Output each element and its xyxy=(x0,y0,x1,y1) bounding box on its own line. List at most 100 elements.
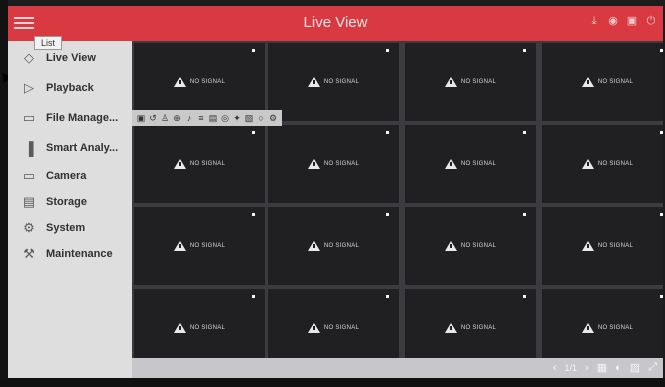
sidebar-item-maintenance[interactable]: ⚒ Maintenance xyxy=(8,243,132,265)
fisheye-icon[interactable]: ○ xyxy=(256,112,266,124)
camera-cell[interactable]: NO SIGNAL xyxy=(542,207,663,285)
replay-icon[interactable]: ↺ xyxy=(148,112,158,124)
channel-indicator xyxy=(523,131,526,134)
camera-cell[interactable]: NO SIGNAL xyxy=(268,125,399,203)
no-signal-indicator: NO SIGNAL xyxy=(542,159,663,169)
no-signal-label: NO SIGNAL xyxy=(323,243,360,249)
channel-indicator xyxy=(523,295,526,298)
no-signal-label: NO SIGNAL xyxy=(189,161,226,167)
no-signal-label: NO SIGNAL xyxy=(460,243,497,249)
sidebar-item-label: Smart Analy... xyxy=(46,142,119,154)
record-icon[interactable]: ◎ xyxy=(220,112,230,124)
camera-cell[interactable]: NO SIGNAL xyxy=(268,289,399,367)
bottom-bar: ‹ 1/1 › ▦ ◐ ▨ ⤢ xyxy=(132,358,663,378)
no-signal-label: NO SIGNAL xyxy=(460,325,497,331)
audio-icon[interactable]: ♪ xyxy=(184,112,194,124)
channel-toolbar: ▣ ↺ ♙ ⊕ ♪ ≡ ▤ ◎ ✦ ▧ ○ ⚙ xyxy=(132,110,282,126)
lock-screen-icon[interactable]: ▨ xyxy=(630,361,640,374)
warning-icon xyxy=(307,323,320,333)
sidebar-item-label: Playback xyxy=(46,82,94,94)
sidebar: ◇ Live View ▷ Playback ▭ File Manage... … xyxy=(8,41,132,378)
no-signal-indicator: NO SIGNAL xyxy=(405,159,536,169)
camera-icon: ▭ xyxy=(22,168,36,183)
camera-cell[interactable]: NO SIGNAL xyxy=(405,43,536,121)
no-signal-indicator: NO SIGNAL xyxy=(542,77,663,87)
alert-icon[interactable]: ◉ xyxy=(607,15,619,27)
wrench-icon: ⚒ xyxy=(23,246,35,261)
snapshot-icon[interactable]: ▣ xyxy=(136,112,146,124)
warning-icon xyxy=(444,241,457,251)
camera-cell[interactable]: NO SIGNAL xyxy=(134,125,265,203)
no-signal-label: NO SIGNAL xyxy=(323,325,360,331)
sidebar-item-system[interactable]: ⚙ System xyxy=(8,217,132,239)
channel-indicator xyxy=(386,49,389,52)
no-signal-label: NO SIGNAL xyxy=(460,79,497,85)
fullscreen-icon[interactable]: ⤢ xyxy=(648,361,657,374)
settings-icon[interactable]: ⚙ xyxy=(268,112,278,124)
sidebar-item-label: Maintenance xyxy=(46,248,113,260)
nvr-screen: Live View ⤓ ◉ ▣ ⏻ ◇ Live View ▷ Playback… xyxy=(8,6,663,378)
channel-indicator xyxy=(386,131,389,134)
title-bar: Live View ⤓ ◉ ▣ ⏻ xyxy=(8,6,663,41)
folder-icon: ▭ xyxy=(22,110,36,125)
top-right-icons: ⤓ ◉ ▣ ⏻ xyxy=(588,15,657,27)
channel-indicator xyxy=(660,213,663,216)
monitor-bezel-bottom xyxy=(0,378,665,387)
download-icon[interactable]: ⤓ xyxy=(588,15,600,27)
camera-cell[interactable]: NO SIGNAL xyxy=(405,125,536,203)
bar-chart-icon: ▐ xyxy=(24,140,34,156)
adjust-icon[interactable]: ≡ xyxy=(196,112,206,124)
no-signal-indicator: NO SIGNAL xyxy=(405,77,536,87)
next-page-icon[interactable]: › xyxy=(585,362,589,374)
no-signal-label: NO SIGNAL xyxy=(460,161,497,167)
warning-icon xyxy=(444,159,457,169)
power-icon[interactable]: ⏻ xyxy=(645,15,657,27)
channel-indicator xyxy=(660,295,663,298)
zoom-icon[interactable]: ⊕ xyxy=(172,112,182,124)
layout-icon[interactable]: ▦ xyxy=(597,361,607,374)
sidebar-item-camera[interactable]: ▭ Camera xyxy=(8,165,132,187)
no-signal-label: NO SIGNAL xyxy=(597,79,634,85)
sidebar-item-label: Storage xyxy=(46,196,87,208)
channel-indicator xyxy=(252,213,255,216)
storage-icon: ▤ xyxy=(22,194,36,209)
warning-icon xyxy=(581,241,594,251)
channel-indicator xyxy=(523,49,526,52)
warning-icon xyxy=(307,241,320,251)
no-signal-indicator: NO SIGNAL xyxy=(134,323,265,333)
person-icon[interactable]: ♙ xyxy=(160,112,170,124)
channel-indicator xyxy=(386,213,389,216)
camera-cell[interactable]: NO SIGNAL xyxy=(134,207,265,285)
sidebar-item-live-view[interactable]: ◇ Live View xyxy=(8,47,132,69)
prev-page-icon[interactable]: ‹ xyxy=(553,362,557,374)
stream-icon[interactable]: ▧ xyxy=(244,112,254,124)
channel-indicator xyxy=(660,131,663,134)
sequence-icon[interactable]: ◐ xyxy=(615,362,622,374)
ptz-icon[interactable]: ✦ xyxy=(232,112,242,124)
camera-cell[interactable]: NO SIGNAL xyxy=(542,125,663,203)
sidebar-item-playback[interactable]: ▷ Playback xyxy=(8,77,132,99)
sidebar-item-storage[interactable]: ▤ Storage xyxy=(8,191,132,213)
live-view-icon: ◇ xyxy=(24,50,34,65)
sidebar-item-label: System xyxy=(46,222,86,234)
no-signal-label: NO SIGNAL xyxy=(323,161,360,167)
lock-icon[interactable]: ▣ xyxy=(626,15,638,27)
warning-icon xyxy=(307,77,320,87)
camera-cell[interactable]: NO SIGNAL xyxy=(542,289,663,367)
camera-cell[interactable]: NO SIGNAL xyxy=(542,43,663,121)
page-indicator: 1/1 xyxy=(564,362,578,373)
no-signal-label: NO SIGNAL xyxy=(189,79,226,85)
sidebar-item-smart-analysis[interactable]: ▐ Smart Analy... xyxy=(8,137,132,159)
no-signal-indicator: NO SIGNAL xyxy=(134,159,265,169)
channel-indicator xyxy=(252,131,255,134)
camera-cell[interactable]: NO SIGNAL xyxy=(134,289,265,367)
camera-cell[interactable]: NO SIGNAL xyxy=(268,207,399,285)
info-icon[interactable]: ▤ xyxy=(208,112,218,124)
warning-icon xyxy=(444,323,457,333)
warning-icon xyxy=(581,77,594,87)
camera-cell[interactable]: NO SIGNAL xyxy=(405,289,536,367)
camera-cell[interactable]: NO SIGNAL xyxy=(405,207,536,285)
camera-cell[interactable]: NO SIGNAL xyxy=(268,43,399,121)
sidebar-item-file-manage[interactable]: ▭ File Manage... xyxy=(8,107,132,129)
no-signal-indicator: NO SIGNAL xyxy=(268,323,399,333)
